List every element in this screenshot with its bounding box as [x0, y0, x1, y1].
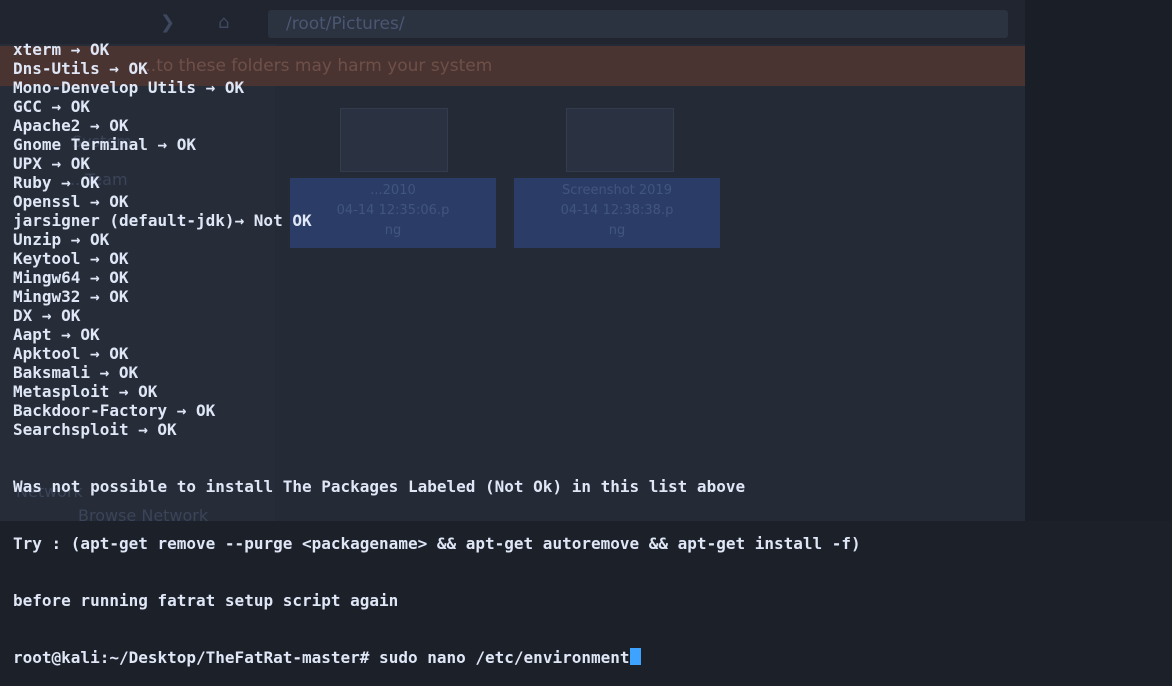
package-name: Unzip — [13, 230, 62, 249]
arrow-icon: → — [41, 306, 52, 325]
package-name: Mono-Denvelop Utils — [13, 78, 197, 97]
dependency-check-line: Keytool → OK — [13, 249, 1163, 268]
error-message: Was not possible to install The Packages… — [13, 477, 746, 496]
package-name: UPX — [13, 154, 42, 173]
status-text: OK — [109, 192, 129, 211]
text-cursor — [629, 648, 641, 665]
arrow-icon: → — [90, 192, 100, 211]
package-name: Metasploit — [13, 382, 110, 401]
dependency-check-line: Dns-Utils → OK — [13, 59, 1163, 78]
status-text: OK — [90, 230, 110, 249]
package-name: DX — [13, 306, 33, 325]
dependency-check-line: Openssl → OK — [13, 192, 1163, 211]
status-text: OK — [80, 325, 100, 344]
package-name: Baksmali — [13, 363, 91, 382]
dependency-check-line: Mingw32 → OK — [13, 287, 1163, 306]
typed-command[interactable]: sudo nano /etc/environment — [369, 648, 629, 667]
package-name: GCC — [13, 97, 42, 116]
arrow-icon: → — [90, 116, 100, 135]
arrow-icon: → — [90, 268, 100, 287]
dependency-check-line: Aapt → OK — [13, 325, 1163, 344]
dependency-check-line: Searchsploit → OK — [13, 420, 1163, 439]
arrow-icon: → — [70, 40, 81, 59]
arrow-icon: → — [138, 420, 148, 439]
status-text: OK — [109, 249, 129, 268]
dependency-check-line: Baksmali → OK — [13, 363, 1163, 382]
dependency-check-line: Ruby → OK — [13, 173, 1163, 192]
package-name: Openssl — [13, 192, 81, 211]
arrow-icon: → — [205, 78, 216, 97]
status-text: OK — [195, 401, 216, 420]
dependency-check-line: Mingw64 → OK — [13, 268, 1163, 287]
shell-prompt: root@kali:~/Desktop/TheFatRat-master# — [13, 648, 370, 667]
status-text: OK — [70, 97, 90, 116]
dependency-check-line: Metasploit → OK — [13, 382, 1163, 401]
status-text: Not OK — [253, 211, 312, 230]
status-text: OK — [138, 382, 158, 401]
arrow-icon: → — [176, 401, 187, 420]
status-text: OK — [157, 420, 177, 439]
dependency-check-line: DX → OK — [13, 306, 1163, 325]
package-name: Backdoor-Factory — [13, 401, 168, 420]
dependency-check-line: GCC → OK — [13, 97, 1163, 116]
package-name: Mingw32 — [13, 287, 81, 306]
status-text: OK — [90, 40, 110, 59]
package-name: xterm — [13, 40, 62, 59]
package-name: Searchsploit — [13, 420, 129, 439]
status-text: OK — [109, 287, 129, 306]
arrow-icon: → — [51, 97, 62, 116]
package-name: Dns-Utils — [13, 59, 100, 78]
package-name: jarsigner (default-jdk) — [13, 211, 235, 230]
status-text: OK — [109, 116, 129, 135]
arrow-icon: → — [118, 382, 129, 401]
status-text: OK — [109, 344, 129, 363]
arrow-icon: → — [90, 249, 100, 268]
arrow-icon: → — [157, 135, 168, 154]
dependency-check-line: UPX → OK — [13, 154, 1163, 173]
dependency-check-line: Gnome Terminal → OK — [13, 135, 1163, 154]
package-name: Apktool — [13, 344, 81, 363]
status-text: OK — [109, 268, 129, 287]
package-name: Mingw64 — [13, 268, 81, 287]
arrow-icon: → — [109, 59, 119, 78]
status-text: OK — [80, 173, 100, 192]
package-name: Gnome Terminal — [13, 135, 148, 154]
package-name: Keytool — [13, 249, 81, 268]
command-line[interactable]: root@kali:~/Desktop/TheFatRat-master# su… — [13, 648, 1163, 667]
status-text: OK — [61, 306, 81, 325]
arrow-icon: → — [51, 154, 62, 173]
dependency-check-line: Apktool → OK — [13, 344, 1163, 363]
package-name: Apache2 — [13, 116, 81, 135]
arrow-icon: → — [70, 230, 81, 249]
terminal-output: xterm → OK Dns-Utils → OK Mono-Denvelop Utils →… — [13, 2, 1163, 686]
status-text: OK — [118, 363, 139, 382]
arrow-icon: → — [99, 363, 110, 382]
dependency-check-line: Backdoor-Factory → OK — [13, 401, 1163, 420]
arrow-icon: → — [90, 344, 100, 363]
arrow-icon: → — [61, 325, 71, 344]
dependency-check-line: Mono-Denvelop Utils → OK — [13, 78, 1163, 97]
status-text: OK — [176, 135, 196, 154]
dependency-check-line: jarsigner (default-jdk)→ Not OK — [13, 211, 1163, 230]
arrow-icon: → — [90, 287, 100, 306]
dependency-check-list: xterm → OK Dns-Utils → OK Mono-Denvelop Utils →… — [13, 40, 1163, 439]
dependency-check-line: Unzip → OK — [13, 230, 1163, 249]
hint-message: before running fatrat setup script again — [13, 591, 399, 610]
arrow-icon: → — [234, 211, 245, 230]
dependency-check-line: xterm → OK — [13, 40, 1163, 59]
hint-message: Try : (apt-get remove --purge <packagena… — [13, 534, 861, 553]
status-text: OK — [70, 154, 90, 173]
status-text: OK — [224, 78, 245, 97]
dependency-check-line: Apache2 → OK — [13, 116, 1163, 135]
package-name: Ruby — [13, 173, 52, 192]
status-text: OK — [128, 59, 148, 78]
package-name: Aapt — [13, 325, 52, 344]
arrow-icon: → — [61, 173, 71, 192]
